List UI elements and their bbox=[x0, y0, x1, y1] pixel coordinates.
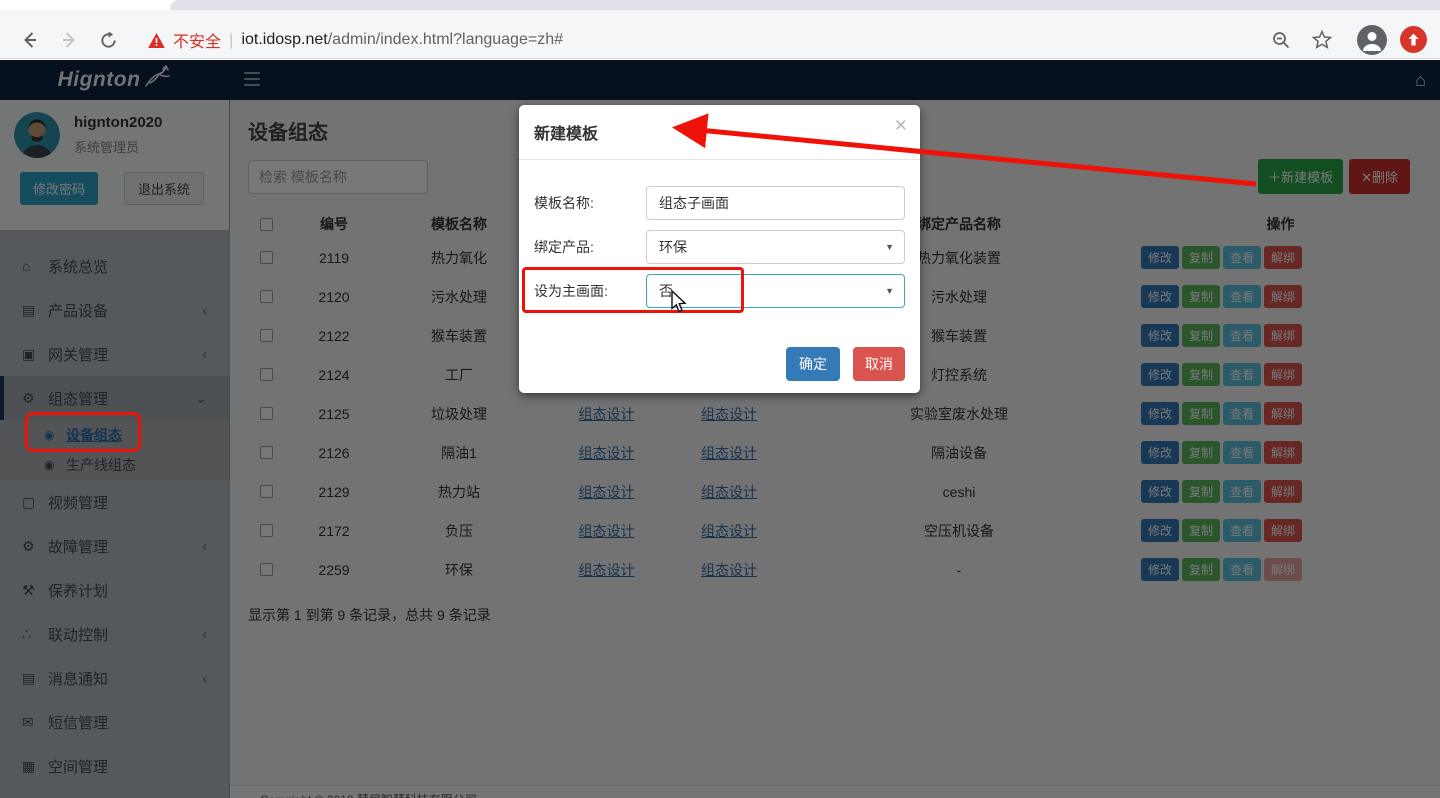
url-host: iot.idosp.net bbox=[241, 31, 327, 48]
back-icon[interactable] bbox=[17, 27, 43, 53]
zoom-out-icon[interactable] bbox=[1268, 27, 1294, 53]
refresh-icon[interactable] bbox=[95, 27, 121, 53]
app-page: Hignton ⌂ hignton2020 系统管理员 bbox=[0, 60, 1440, 798]
browser-chrome: 不安全 | iot.idosp.net/admin/index.html?lan… bbox=[0, 0, 1440, 60]
address-divider: | bbox=[229, 30, 233, 50]
warning-icon bbox=[148, 33, 165, 48]
field-label-bound-product: 绑定产品: bbox=[534, 230, 646, 264]
bookmark-star-icon[interactable] bbox=[1309, 27, 1335, 53]
forward-icon[interactable] bbox=[56, 27, 82, 53]
close-icon[interactable]: × bbox=[895, 114, 907, 138]
modal-title: 新建模板 bbox=[534, 126, 598, 143]
screen: 不安全 | iot.idosp.net/admin/index.html?lan… bbox=[0, 0, 1440, 798]
url-path: /admin/index.html?language=zh# bbox=[328, 31, 563, 48]
browser-update-icon[interactable] bbox=[1400, 26, 1427, 53]
field-label-template-name: 模板名称: bbox=[534, 186, 646, 220]
field-label-main-screen: 设为主画面: bbox=[534, 274, 646, 308]
confirm-button[interactable]: 确定 bbox=[786, 347, 840, 381]
browser-toolbar: 不安全 | iot.idosp.net/admin/index.html?lan… bbox=[0, 10, 1440, 59]
security-warning[interactable]: 不安全 bbox=[173, 28, 221, 52]
main-screen-select[interactable]: 否 bbox=[646, 274, 905, 308]
browser-profile-avatar[interactable] bbox=[1357, 25, 1387, 55]
template-name-input[interactable] bbox=[646, 186, 905, 220]
url-text[interactable]: iot.idosp.net/admin/index.html?language=… bbox=[241, 31, 563, 49]
cancel-button[interactable]: 取消 bbox=[853, 347, 905, 381]
bound-product-select[interactable]: 环保 bbox=[646, 230, 905, 264]
tab-strip bbox=[0, 0, 1440, 10]
new-template-modal: 新建模板 × 模板名称: 绑定产品: 环保 ▼ 设为主画面: bbox=[519, 105, 920, 393]
address-bar[interactable]: 不安全 | iot.idosp.net/admin/index.html?lan… bbox=[148, 29, 563, 51]
